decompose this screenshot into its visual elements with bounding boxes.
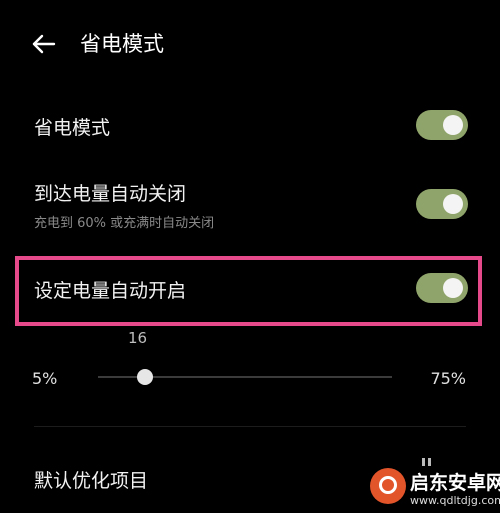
power-saving-toggle[interactable] [416, 110, 468, 140]
site-watermark: 启东安卓网 www.qdltdjg.com [362, 466, 500, 513]
auto-on-row[interactable]: 设定电量自动开启 [0, 268, 500, 308]
slider-max-label: 75% [430, 369, 466, 388]
auto-off-toggle[interactable] [416, 189, 468, 219]
toggle-knob [443, 278, 463, 298]
auto-off-description: 充电到 60% 或充满时自动关闭 [34, 216, 215, 231]
app-header: 省电模式 [0, 0, 500, 90]
page-title: 省电模式 [80, 32, 164, 56]
slider-current-value: 16 [128, 329, 148, 347]
back-arrow-icon[interactable] [30, 30, 58, 58]
battery-threshold-slider: 16 5% 75% [0, 325, 500, 405]
auto-on-toggle[interactable] [416, 273, 468, 303]
auto-off-row[interactable]: 到达电量自动关闭 充电到 60% 或充满时自动关闭 [0, 175, 500, 235]
divider [34, 426, 466, 427]
toggle-knob [443, 115, 463, 135]
watermark-url: www.qdltdjg.com [410, 494, 500, 507]
watermark-site-name: 启东安卓网 [410, 472, 500, 494]
watermark-logo-icon [370, 468, 406, 504]
slider-thumb[interactable] [137, 369, 153, 385]
auto-off-label: 到达电量自动关闭 [34, 183, 187, 205]
auto-on-label: 设定电量自动开启 [34, 280, 187, 302]
power-saving-label: 省电模式 [34, 117, 111, 139]
optimize-items-label: 默认优化项目 [34, 470, 149, 492]
power-saving-row[interactable]: 省电模式 [0, 105, 500, 145]
slider-min-label: 5% [32, 369, 58, 388]
toggle-knob [443, 194, 463, 214]
